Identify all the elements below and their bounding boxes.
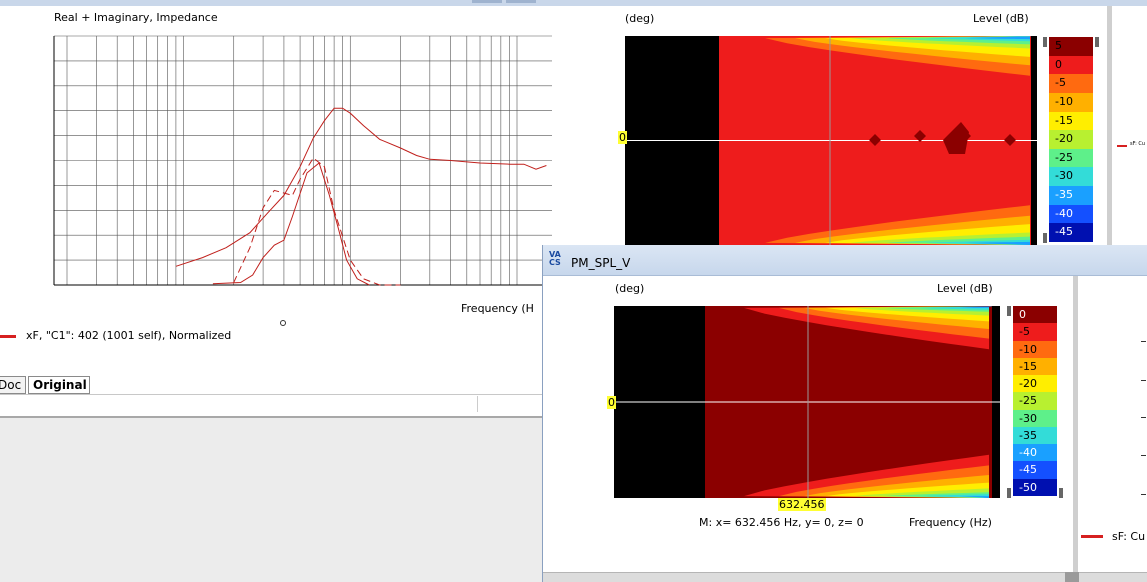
colorbar-label: -5 xyxy=(1019,325,1030,339)
window-bottom-border xyxy=(0,416,552,418)
colorbar-label: -45 xyxy=(1055,225,1073,239)
colorbar-label: 0 xyxy=(1055,57,1062,71)
colorbar-label: -45 xyxy=(1019,463,1037,477)
colorbar-label: -40 xyxy=(1019,446,1037,460)
colorbar-label: -10 xyxy=(1055,94,1073,108)
colorbar-cell: -10 xyxy=(1049,92,1093,112)
colorbar-label: -20 xyxy=(1055,132,1073,146)
status-divider xyxy=(477,396,478,412)
bottom-polar-x-axis-label: Frequency (Hz) xyxy=(909,516,992,529)
colorbar-cell: -50 xyxy=(1013,478,1057,496)
colorbar-cell: -20 xyxy=(1049,130,1093,149)
top-colorbar-handle-right[interactable] xyxy=(1095,37,1099,47)
side-tick-5 xyxy=(1141,494,1146,495)
colorbar-label: -30 xyxy=(1019,411,1037,425)
colorbar-cell: -15 xyxy=(1049,111,1093,131)
tab-strip-line xyxy=(0,394,552,395)
top-polar-level-label: Level (dB) xyxy=(973,12,1029,25)
colorbar-label: 0 xyxy=(1019,308,1026,321)
mini-legend-text: sF: Cu xyxy=(1130,141,1146,147)
colorbar-label: 5 xyxy=(1055,39,1062,52)
window-top-border xyxy=(0,0,552,6)
bottom-polar-y-axis-label: (deg) xyxy=(615,282,645,295)
colorbar-label: -15 xyxy=(1055,113,1073,127)
impedance-chart-title: Real + Imaginary, Impedance xyxy=(54,11,218,24)
colorbar-label: -20 xyxy=(1019,377,1037,391)
colorbar-cell: -35 xyxy=(1013,426,1057,445)
colorbar-cell: -30 xyxy=(1049,167,1093,187)
top-colorbar: 5 0 -5 -10 -15 -20 -25 -30 -35 -40 -45 xyxy=(1049,37,1093,242)
pm-spl-v-title: PM_SPL_V xyxy=(571,256,631,270)
cursor-value-marker: 632.456 xyxy=(778,498,826,511)
colorbar-cell: -40 xyxy=(1013,444,1057,462)
colorbar-label: -35 xyxy=(1055,188,1073,202)
impedance-legend-swatch xyxy=(0,335,16,338)
bottom-legend-swatch xyxy=(1081,535,1103,538)
bottom-colorbar-handle-bottom[interactable] xyxy=(1007,488,1011,498)
top-polar-y-axis-label: (deg) xyxy=(625,12,655,25)
impedance-legend-text: xF, "C1": 402 (1001 self), Normalized xyxy=(26,329,232,342)
bottom-polar-heatmap[interactable] xyxy=(614,306,1000,498)
cursor-dot xyxy=(280,320,286,326)
colorbar-cell: -45 xyxy=(1049,223,1093,242)
bottom-polar-vertical-scrollbar[interactable] xyxy=(1073,276,1078,582)
colorbar-label: -30 xyxy=(1055,169,1073,183)
side-tick-1 xyxy=(1141,341,1146,342)
side-tick-2 xyxy=(1141,380,1146,381)
colorbar-label: -10 xyxy=(1019,342,1037,356)
bottom-polar-level-label: Level (dB) xyxy=(937,282,993,295)
colorbar-cell: -5 xyxy=(1013,323,1057,341)
colorbar-cell: -45 xyxy=(1013,461,1057,479)
pm-spl-v-window: VA CS PM_SPL_V (deg) Level (dB) 0 632.456… xyxy=(542,245,1147,582)
colorbar-label: -15 xyxy=(1019,359,1037,373)
window-close-stub-2[interactable] xyxy=(506,0,536,3)
top-colorbar-handle-bottom[interactable] xyxy=(1043,233,1047,243)
impedance-x-axis-label: Frequency (H xyxy=(461,302,534,315)
tab-original[interactable]: Original xyxy=(28,376,90,394)
top-colorbar-handle[interactable] xyxy=(1043,37,1047,47)
bottom-legend-text: sF: Cu xyxy=(1112,530,1146,543)
colorbar-label: -35 xyxy=(1019,428,1037,442)
mini-legend-swatch xyxy=(1117,145,1127,147)
horizontal-scroll-thumb[interactable] xyxy=(1065,572,1079,582)
colorbar-cell: -5 xyxy=(1049,74,1093,93)
colorbar-cell: -30 xyxy=(1013,409,1057,427)
colorbar-cell: -40 xyxy=(1049,204,1093,224)
bottom-polar-zero-marker: 0 xyxy=(607,396,616,409)
horizontal-scrollbar[interactable] xyxy=(543,572,1147,582)
cursor-readout: M: x= 632.456 Hz, y= 0, z= 0 xyxy=(699,516,864,529)
window-top-border xyxy=(552,0,1147,6)
colorbar-cell: 0 xyxy=(1049,55,1093,75)
colorbar-cell: -35 xyxy=(1049,186,1093,205)
colorbar-cell: -25 xyxy=(1049,148,1093,168)
top-polar-heatmap[interactable] xyxy=(625,36,1037,245)
bottom-colorbar-handle[interactable] xyxy=(1007,306,1011,316)
bottom-colorbar-handle-right[interactable] xyxy=(1059,488,1063,498)
tab-doc[interactable]: Doc xyxy=(0,376,26,394)
colorbar-cell: 0 xyxy=(1013,306,1057,324)
top-polar-window: (deg) Level (dB) 0 5 0 -5 -10 -15 -20 -25 -30 -3… xyxy=(552,0,1147,245)
window-close-stub[interactable] xyxy=(472,0,502,3)
side-tick-3 xyxy=(1141,417,1146,418)
colorbar-label: -5 xyxy=(1055,76,1066,90)
pm-spl-v-titlebar[interactable]: VA CS PM_SPL_V xyxy=(543,245,1147,276)
colorbar-label: -25 xyxy=(1055,150,1073,164)
colorbar-cell: -10 xyxy=(1013,340,1057,358)
vacs-icon: VA CS xyxy=(549,250,561,267)
colorbar-label: -25 xyxy=(1019,394,1037,408)
colorbar-label: -50 xyxy=(1019,480,1037,494)
colorbar-cell: 5 xyxy=(1049,37,1093,56)
impedance-plot[interactable] xyxy=(0,28,552,318)
impedance-window: Real + Imaginary, Impedance Frequency (H… xyxy=(0,0,552,418)
colorbar-cell: -20 xyxy=(1013,375,1057,393)
bottom-colorbar: 0 -5 -10 -15 -20 -25 -30 -35 -40 -45 -50 xyxy=(1013,306,1057,496)
top-polar-vertical-scrollbar[interactable] xyxy=(1107,6,1112,245)
side-tick-4 xyxy=(1141,455,1146,456)
top-polar-zero-marker: 0 xyxy=(618,131,627,144)
colorbar-label: -40 xyxy=(1055,206,1073,220)
colorbar-cell: -15 xyxy=(1013,357,1057,376)
colorbar-cell: -25 xyxy=(1013,392,1057,410)
